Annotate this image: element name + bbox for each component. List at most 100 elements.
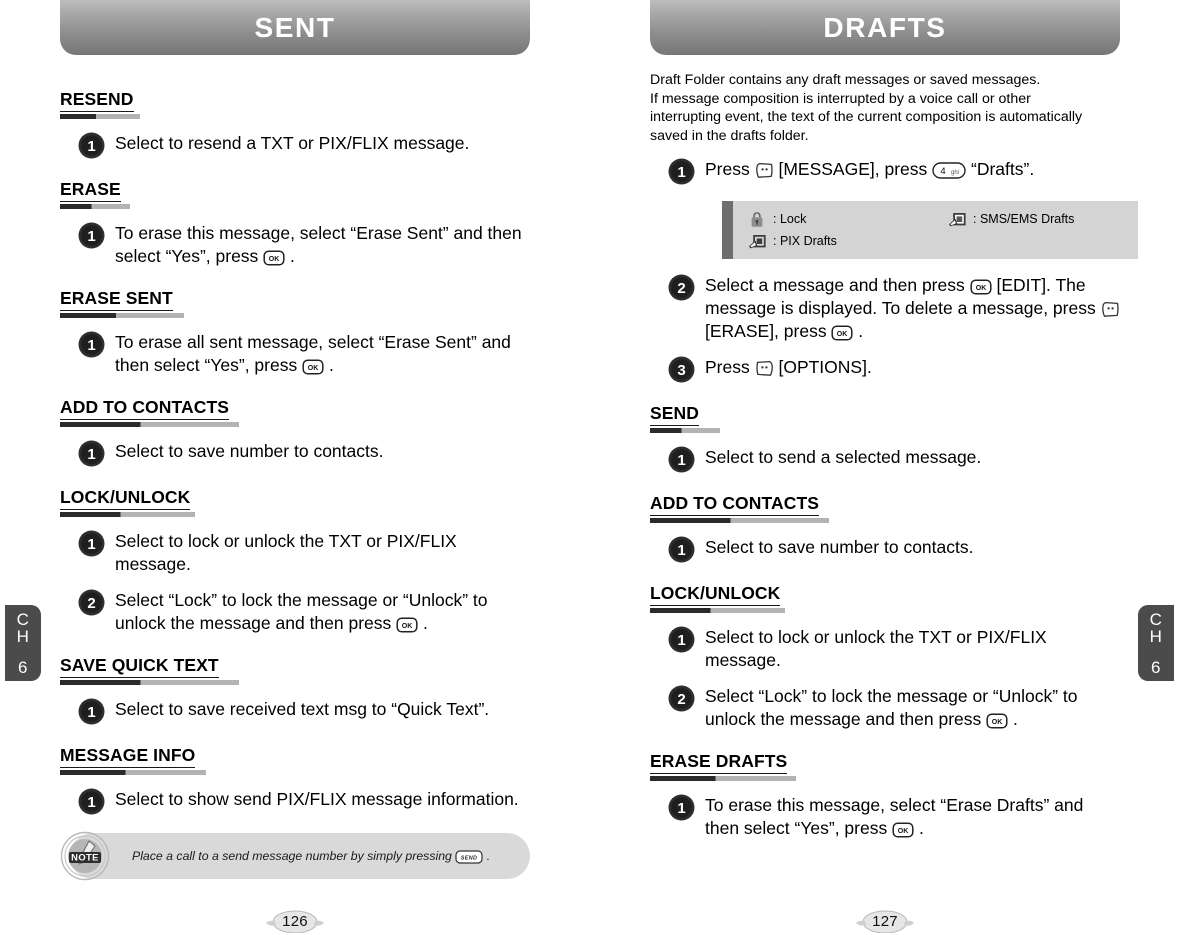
- svg-text:OK: OK: [837, 332, 848, 339]
- step-item: 1 To erase this message, select “Erase Dr…: [650, 793, 1120, 840]
- section-heading-rule: [60, 770, 206, 775]
- right-page-body: Draft Folder contains any draft messages…: [650, 55, 1138, 840]
- ok-key-icon: OK: [986, 713, 1008, 729]
- step-text-run: To erase this message, select “Erase Sen…: [115, 223, 522, 266]
- intro-line: If message composition is interrupted by…: [650, 90, 1031, 107]
- step-item: 1 Select to save number to contacts.: [60, 439, 530, 467]
- section-heading-label: RESEND: [60, 89, 134, 112]
- step-item: 1 Select to lock or unlock the TXT or PIX…: [60, 529, 530, 576]
- step-bullet-icon: 2: [668, 274, 695, 301]
- step-description: Select to send a selected message.: [705, 445, 981, 469]
- section-erase: ERASE 1 To erase this message, select “Era…: [60, 179, 530, 268]
- legend-entry-label: : Lock: [773, 212, 807, 227]
- legend-entry: : SMS/EMS Drafts: [947, 210, 1074, 228]
- step-bullet: 2: [78, 589, 105, 616]
- ok-key-icon: OK: [263, 250, 285, 266]
- step-item: 1 To erase this message, select “Erase Se…: [60, 221, 530, 268]
- step-text-run: .: [914, 818, 924, 839]
- note-callout: Place a call to a send message number by…: [60, 831, 530, 881]
- chapter-tab-left: C H 6: [5, 605, 41, 681]
- ok-key-icon: OK: [302, 359, 324, 375]
- section-heading-label: SAVE QUICK TEXT: [60, 655, 219, 678]
- step-bullet: 1: [78, 222, 105, 249]
- step-bullet-icon: 1: [668, 536, 695, 563]
- section-message-info: MESSAGE INFO 1 Select to show send PIX/FLI…: [60, 745, 530, 815]
- note-text: Place a call to a send message number by…: [132, 849, 490, 864]
- step-bullet-icon: 2: [668, 685, 695, 712]
- step-bullet: 1: [78, 440, 105, 467]
- step-text-run: Select “Lock” to lock the message or “Un…: [705, 686, 1078, 730]
- step-description: Press [OPTIONS].: [705, 355, 872, 379]
- left-page-banner: SENT: [60, 0, 530, 55]
- right-page: DRAFTS Draft Folder contains any draft m…: [650, 0, 1138, 935]
- svg-text:3: 3: [677, 362, 685, 379]
- drafts-intro-paragraph: Draft Folder contains any draft messages…: [650, 71, 1120, 145]
- step-text-run: Select “Lock” to lock the message or “Un…: [115, 590, 488, 633]
- step-description: Press [MESSAGE], press 4 ghi “Drafts”.: [705, 157, 1034, 181]
- legend-row: : PIX Drafts: [747, 232, 1126, 250]
- svg-text:1: 1: [677, 800, 685, 817]
- section-heading-rule: [60, 512, 195, 517]
- section-erase-sent: ERASE SENT 1 To erase all sent message, se…: [60, 288, 530, 377]
- section-heading: LOCK/UNLOCK: [650, 583, 1120, 614]
- step-bullet-icon: 2: [78, 589, 105, 616]
- step-text-run: Place a call to a send message number by…: [132, 848, 456, 863]
- step-description: To erase all sent message, select “Erase…: [115, 330, 530, 377]
- step-text-run: .: [285, 246, 295, 266]
- step-bullet-icon: 3: [668, 356, 695, 383]
- step-item: 2 Select a message and then press OK [EDI…: [650, 273, 1120, 343]
- section-heading: ERASE: [60, 179, 530, 209]
- svg-text:2: 2: [677, 280, 685, 297]
- ok-key-icon: OK: [892, 822, 914, 838]
- section-heading: ADD TO CONTACTS: [650, 493, 1120, 524]
- svg-text:ghi: ghi: [951, 170, 959, 176]
- step-bullet-icon: 1: [78, 132, 105, 159]
- step-item: 3 Press [OPTIONS].: [650, 355, 1120, 383]
- step-bullet: 1: [668, 446, 695, 473]
- step-bullet: 1: [78, 698, 105, 725]
- step-text-run: Select to save number to contacts.: [115, 441, 384, 461]
- right-soft-key-icon: [755, 360, 774, 377]
- section-heading-rule: [650, 608, 785, 614]
- step-text-run: Select to save received text msg to “Qui…: [115, 699, 490, 719]
- chapter-tab-right: C H 6: [1138, 605, 1174, 681]
- step-text-run: [ERASE], press: [705, 321, 832, 342]
- step-text-run: “Drafts”.: [966, 159, 1035, 180]
- svg-text:OK: OK: [308, 365, 319, 372]
- step-text-run: .: [418, 613, 428, 633]
- step-bullet-icon: 1: [78, 440, 105, 467]
- step-text-run: Select to save number to contacts.: [705, 537, 974, 558]
- step-description: Select to lock or unlock the TXT or PIX/…: [115, 529, 530, 576]
- section-heading-rule: [60, 680, 239, 685]
- legend-entry-label: : SMS/EMS Drafts: [973, 212, 1075, 227]
- drafts-icon-legend: : Lock : SMS/EMS Drafts : PIX Drafts: [722, 201, 1138, 260]
- legend-row: : Lock : SMS/EMS Drafts: [747, 210, 1126, 228]
- pix-drafts-icon: [747, 232, 767, 250]
- step-description: To erase this message, select “Erase Sen…: [115, 221, 530, 268]
- step-description: Select “Lock” to lock the message or “Un…: [115, 588, 530, 635]
- section-heading-rule: [60, 204, 130, 209]
- sms-ems-icon: [947, 210, 967, 228]
- svg-text:1: 1: [677, 542, 685, 559]
- send-key-icon: SEND: [455, 849, 483, 864]
- step-item: 1 Select to show send PIX/FLIX message in…: [60, 787, 530, 815]
- svg-text:1: 1: [87, 228, 95, 245]
- section-heading-label: ERASE SENT: [60, 288, 173, 311]
- step-bullet-icon: 1: [78, 698, 105, 725]
- step-bullet: 1: [668, 626, 695, 653]
- step-bullet-icon: 1: [668, 158, 695, 185]
- step-text-run: Press: [705, 357, 755, 378]
- legend-box: : Lock : SMS/EMS Drafts : PIX Drafts: [733, 201, 1138, 260]
- note-badge-icon: NOTE: [60, 831, 110, 881]
- right-page-number: 127: [650, 909, 1120, 933]
- section-heading-label: LOCK/UNLOCK: [650, 583, 781, 607]
- section-heading-label: LOCK/UNLOCK: [60, 487, 191, 510]
- step-bullet-icon: 1: [668, 794, 695, 821]
- step-item: 1 Press [MESSAGE], press 4 ghi “Drafts”.: [650, 157, 1120, 185]
- section-heading-label: SEND: [650, 403, 700, 427]
- svg-text:OK: OK: [269, 256, 280, 263]
- section-lock-unlock: LOCK/UNLOCK 1 Select to lock or unlock the…: [60, 487, 530, 635]
- right-page-title: DRAFTS: [823, 11, 947, 43]
- step-text-run: .: [483, 848, 491, 863]
- step-bullet: 1: [78, 132, 105, 159]
